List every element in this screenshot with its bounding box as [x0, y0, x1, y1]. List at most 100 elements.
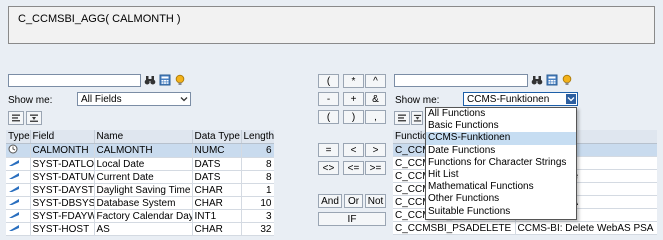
- fields-table-header: Type Field Name Data Type Length: [6, 130, 274, 144]
- col-header-field[interactable]: Field: [30, 130, 95, 144]
- left-filter-value: All Fields: [81, 94, 122, 105]
- operator-not-button[interactable]: Not: [365, 194, 386, 208]
- sort-icon: [30, 114, 38, 122]
- dropdown-option-hit-list[interactable]: Hit List: [426, 169, 576, 181]
- clock-icon: [8, 144, 18, 154]
- col-header-name[interactable]: Name: [94, 130, 193, 144]
- row-data-type: NUMC: [192, 143, 242, 158]
- operator-less-equal-button[interactable]: <=: [343, 161, 364, 175]
- filter-dropdown-list: All Functions Basic Functions CCMS-Funkt…: [425, 107, 577, 220]
- left-show-me-label: Show me:: [8, 95, 53, 106]
- row-data-type: DATS: [192, 157, 242, 171]
- dropdown-option-math-functions[interactable]: Mathematical Functions: [426, 181, 576, 193]
- row-type-cell: [6, 209, 31, 223]
- row-field: SYST-DBSYS: [30, 196, 95, 210]
- operator-greater-button[interactable]: >: [365, 143, 386, 157]
- table-row[interactable]: SYST-DATLO Local Date DATS 8: [6, 157, 274, 171]
- sort-tool-button[interactable]: [26, 111, 42, 125]
- operator-if-button[interactable]: IF: [318, 212, 386, 226]
- row-length: 8: [241, 157, 274, 171]
- row-type-cell: [6, 143, 31, 158]
- row-data-type: CHAR: [192, 196, 242, 210]
- dropdown-option-ccms-funktionen[interactable]: CCMS-Funktionen: [426, 132, 576, 145]
- dropdown-option-basic-functions[interactable]: Basic Functions: [426, 120, 576, 132]
- row-type-cell: [6, 170, 31, 184]
- row-name: Factory Calendar Day: [94, 209, 193, 223]
- row-name: Local Date: [94, 157, 193, 171]
- row-name: CALMONTH: [94, 143, 193, 158]
- binoculars-icon[interactable]: [531, 74, 543, 86]
- right-search-input[interactable]: [394, 74, 528, 87]
- sort-tool-button[interactable]: [411, 111, 423, 125]
- calculator-icon[interactable]: [546, 74, 558, 86]
- operator-rparen-button[interactable]: ): [343, 110, 364, 124]
- row-function: C_CCMSBI_PSADELETE: [393, 221, 516, 235]
- row-type-cell: [6, 222, 31, 236]
- operator-not-equal-button[interactable]: <>: [318, 161, 339, 175]
- table-row[interactable]: SYST-FDAYW Factory Calendar Day INT1 3: [6, 209, 274, 223]
- row-name: Daylight Saving Time: [94, 183, 193, 197]
- dropdown-option-date-functions[interactable]: Date Functions: [426, 145, 576, 157]
- binoculars-icon[interactable]: [144, 74, 156, 86]
- operator-comma-button[interactable]: ,: [365, 110, 386, 124]
- right-filter-select[interactable]: CCMS-Funktionen: [463, 92, 578, 106]
- col-header-type[interactable]: Type: [6, 130, 31, 144]
- row-field: CALMONTH: [30, 143, 95, 158]
- operator-open-paren-button[interactable]: (: [318, 74, 339, 88]
- operator-greater-equal-button[interactable]: >=: [365, 161, 386, 175]
- operator-multiply-button[interactable]: *: [343, 74, 364, 88]
- operator-lparen-button[interactable]: (: [318, 110, 339, 124]
- row-data-type: CHAR: [192, 222, 242, 236]
- operator-ampersand-button[interactable]: &: [365, 92, 386, 106]
- table-row[interactable]: CALMONTH CALMONTH NUMC 6: [6, 143, 274, 158]
- row-length: 32: [241, 222, 274, 236]
- align-left-tool-button[interactable]: [394, 111, 410, 125]
- row-type-cell: [6, 183, 31, 197]
- row-field: SYST-DATLO: [30, 157, 95, 171]
- operator-power-button[interactable]: ^: [365, 74, 386, 88]
- table-row[interactable]: SYST-DAYST Daylight Saving Time CHAR 1: [6, 183, 274, 197]
- table-row[interactable]: C_CCMSBI_PSADELETE CCMS-BI: Delete WebAS…: [393, 221, 657, 235]
- left-search-input[interactable]: [8, 74, 141, 87]
- align-left-tool-button[interactable]: [8, 111, 24, 125]
- row-length: 6: [241, 143, 274, 158]
- row-length: 3: [241, 209, 274, 223]
- chevron-down-icon: [180, 97, 188, 102]
- operator-plus-button[interactable]: +: [343, 92, 364, 106]
- field-icon: [9, 172, 19, 179]
- fields-table-container: Type Field Name Data Type Length CALMONT…: [6, 130, 274, 240]
- field-icon: [9, 211, 19, 218]
- operator-equals-button[interactable]: =: [318, 143, 339, 157]
- operator-minus-button[interactable]: -: [318, 92, 339, 106]
- field-icon: [9, 198, 19, 205]
- table-row[interactable]: SYST-DBSYS Database System CHAR 10: [6, 196, 274, 210]
- operator-less-button[interactable]: <: [343, 143, 364, 157]
- calculator-icon[interactable]: [159, 74, 171, 86]
- row-length: 8: [241, 170, 274, 184]
- row-type-cell: [6, 196, 31, 210]
- dropdown-option-string-functions[interactable]: Functions for Character Strings: [426, 157, 576, 169]
- dropdown-option-all-functions[interactable]: All Functions: [426, 108, 576, 120]
- row-description: CCMS-BI: Delete WebAS PSA: [515, 221, 657, 235]
- operator-or-button[interactable]: Or: [344, 194, 363, 208]
- align-icon: [398, 114, 406, 122]
- lightbulb-icon[interactable]: [174, 74, 186, 86]
- field-icon: [9, 185, 19, 192]
- dropdown-option-suitable-functions[interactable]: Suitable Functions: [426, 206, 576, 218]
- table-row[interactable]: SYST-DATUM Current Date DATS 8: [6, 170, 274, 184]
- lightbulb-icon[interactable]: [561, 74, 573, 86]
- col-header-length[interactable]: Length: [241, 130, 274, 144]
- row-data-type: INT1: [192, 209, 242, 223]
- col-header-data-type[interactable]: Data Type: [192, 130, 242, 144]
- row-length: 10: [241, 196, 274, 210]
- dropdown-option-other-functions[interactable]: Other Functions: [426, 193, 576, 205]
- operator-and-button[interactable]: And: [318, 194, 342, 208]
- row-length: 1: [241, 183, 274, 197]
- formula-text: C_CCMSBI_AGG( CALMONTH ): [18, 13, 181, 25]
- field-icon: [9, 224, 19, 231]
- left-filter-select[interactable]: All Fields: [77, 92, 191, 106]
- fields-table: Type Field Name Data Type Length CALMONT…: [6, 130, 274, 236]
- row-field: SYST-HOST: [30, 222, 95, 236]
- formula-editor[interactable]: [8, 6, 655, 44]
- table-row[interactable]: SYST-HOST AS CHAR 32: [6, 222, 274, 236]
